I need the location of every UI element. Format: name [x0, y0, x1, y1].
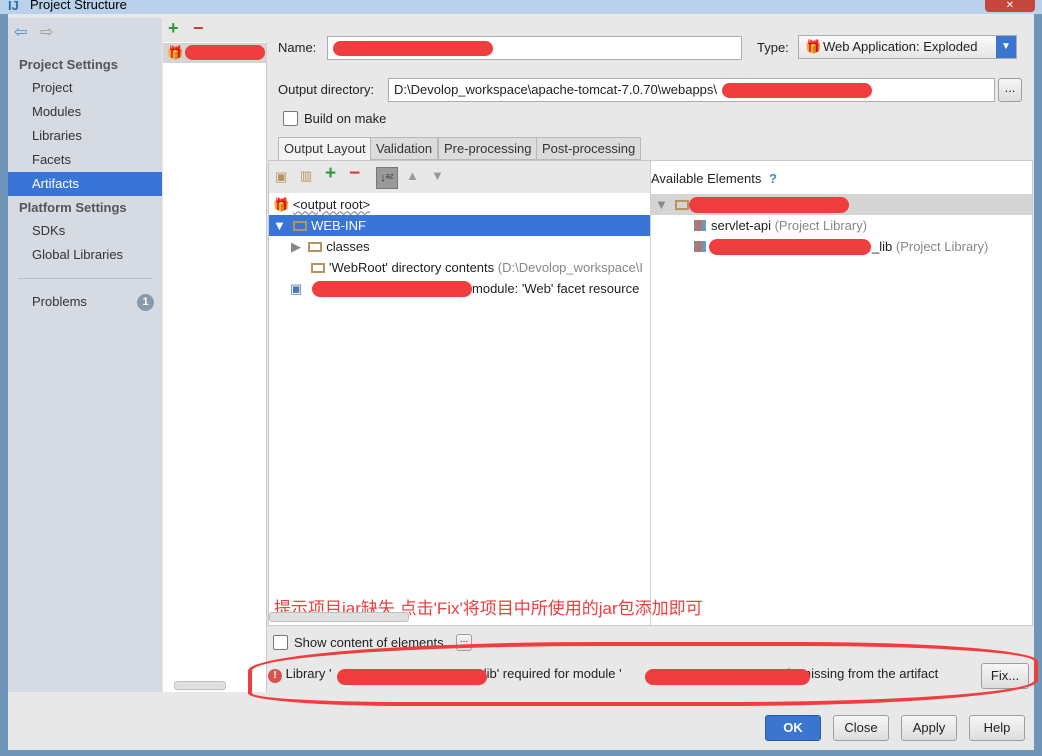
horizontal-scrollbar[interactable]	[269, 612, 409, 622]
chevron-down-icon[interactable]: ▼	[996, 36, 1016, 58]
tree-label: ' module: 'Web' facet resource	[465, 281, 640, 296]
help-icon[interactable]: ?	[769, 171, 777, 186]
sidebar: ⇦ ⇨ Project Settings Project Modules Lib…	[8, 18, 162, 692]
apply-button[interactable]: Apply	[901, 715, 957, 741]
checkbox[interactable]	[283, 111, 298, 126]
name-label: Name:	[278, 40, 317, 55]
type-label: Type:	[757, 40, 789, 55]
redaction-mark	[722, 83, 872, 98]
web-app-icon: 🎁	[805, 39, 822, 54]
collapsed-triangle-icon[interactable]: ▶	[291, 239, 301, 254]
forward-arrow-icon[interactable]: ⇨	[40, 22, 53, 42]
layout-toolbar: ▣ ▥ + − ↓ᵃᶻ ▲ ▼	[269, 161, 650, 193]
sidebar-item-libraries[interactable]: Libraries	[8, 124, 162, 148]
output-directory-input[interactable]: D:\Devolop_workspace\apache-tomcat-7.0.7…	[388, 78, 995, 102]
redaction-mark	[185, 45, 265, 60]
folder-icon	[308, 242, 323, 252]
folder-icon	[311, 263, 325, 273]
tree-label: <output root>	[292, 197, 371, 212]
add-icon[interactable]: +	[168, 18, 179, 39]
remove-icon[interactable]: −	[193, 18, 204, 39]
tab-output-layout[interactable]: Output Layout	[278, 137, 372, 161]
sort-icon[interactable]: ↓ᵃᶻ	[376, 167, 398, 189]
redaction-mark	[312, 281, 472, 297]
output-directory-label: Output directory:	[278, 82, 375, 97]
artifact-list	[163, 18, 267, 692]
type-dropdown[interactable]: 🎁 Web Application: Exploded ▼	[798, 35, 1017, 59]
create-archive-icon[interactable]: ▥	[300, 168, 312, 184]
expanded-triangle-icon[interactable]: ▼	[273, 218, 286, 233]
tree-label: classes	[326, 239, 370, 254]
module-icon: ▣	[290, 281, 303, 296]
item-label: servlet-api	[711, 218, 771, 233]
back-arrow-icon[interactable]: ⇦	[14, 22, 27, 42]
item-label: _lib	[872, 239, 893, 254]
type-value: Web Application: Exploded	[823, 39, 978, 54]
folder-icon	[293, 221, 308, 231]
sidebar-item-global-libraries[interactable]: Global Libraries	[8, 243, 162, 267]
redaction-mark	[709, 239, 871, 255]
folder-icon	[675, 200, 690, 210]
browse-button[interactable]: ...	[998, 78, 1022, 102]
artifact-icon: 🎁	[167, 45, 184, 60]
available-item-servlet-api[interactable]: servlet-api (Project Library)	[694, 215, 867, 236]
divider	[18, 278, 152, 279]
problems-count-badge: 1	[137, 294, 154, 311]
platform-settings-header: Platform Settings	[19, 200, 127, 215]
sidebar-item-project[interactable]: Project	[8, 76, 162, 100]
available-title-text: Available Elements	[651, 171, 762, 186]
tab-post-processing[interactable]: Post-processing	[536, 137, 642, 160]
build-on-make-label: Build on make	[304, 111, 387, 126]
expanded-triangle-icon[interactable]: ▼	[655, 197, 668, 212]
sidebar-item-facets[interactable]: Facets	[8, 148, 162, 172]
project-settings-header: Project Settings	[19, 57, 118, 72]
close-button[interactable]: Close	[833, 715, 889, 741]
move-up-icon[interactable]: ▲	[406, 168, 419, 183]
tree-row-output-root[interactable]: 🎁 <output root>	[269, 194, 650, 215]
sidebar-item-artifacts[interactable]: Artifacts	[8, 172, 162, 196]
output-directory-value: D:\Devolop_workspace\apache-tomcat-7.0.7…	[394, 82, 718, 97]
item-hint: (Project Library)	[895, 239, 989, 254]
sidebar-item-problems[interactable]: Problems 1	[8, 290, 162, 314]
library-icon	[694, 241, 706, 252]
intellij-icon: IJ	[8, 0, 19, 13]
tree-label: WEB-INF	[311, 218, 366, 233]
redaction-mark	[689, 197, 849, 213]
tree-row-web-inf[interactable]: ▼ WEB-INF	[269, 215, 650, 236]
window-close-button[interactable]: ✕	[985, 0, 1035, 12]
splitter[interactable]	[650, 161, 651, 625]
problems-label: Problems	[32, 294, 87, 309]
tree-row-facet-resource[interactable]: ▣ ' module: 'Web' facet resource	[290, 278, 650, 299]
move-down-icon[interactable]: ▼	[431, 168, 444, 183]
available-module-row[interactable]: ▼	[651, 194, 1032, 215]
available-item-lib[interactable]: _lib (Project Library)	[694, 236, 988, 257]
tab-pre-processing[interactable]: Pre-processing	[438, 137, 538, 160]
sidebar-item-modules[interactable]: Modules	[8, 100, 162, 124]
available-elements-title: Available Elements ?	[651, 171, 777, 186]
artifact-list-toolbar: + −	[163, 18, 267, 42]
help-button[interactable]: Help	[969, 715, 1025, 741]
sidebar-item-sdks[interactable]: SDKs	[8, 219, 162, 243]
annotation-circle	[248, 642, 1038, 706]
horizontal-scrollbar[interactable]	[174, 681, 226, 690]
tree-row-webroot[interactable]: 'WebRoot' directory contents (D:\Devolop…	[311, 257, 650, 278]
checkbox[interactable]	[273, 635, 288, 650]
redaction-mark	[333, 41, 493, 56]
remove-icon[interactable]: −	[349, 163, 360, 185]
tree-label: 'WebRoot' directory contents	[329, 260, 495, 275]
tree-row-classes[interactable]: ▶ classes	[291, 236, 370, 257]
tab-validation[interactable]: Validation	[370, 137, 439, 160]
library-icon	[694, 220, 706, 231]
name-input[interactable]	[327, 36, 742, 60]
ok-button[interactable]: OK	[765, 715, 821, 741]
title-bar	[0, 0, 1042, 14]
build-on-make-checkbox[interactable]: Build on make	[283, 111, 386, 126]
tree-hint: (D:\Devolop_workspace\I	[497, 260, 643, 275]
create-directory-icon[interactable]: ▣	[275, 169, 287, 185]
window-title: Project Structure	[30, 0, 127, 12]
artifact-list-item[interactable]: 🎁 S	[163, 43, 267, 63]
add-icon[interactable]: +	[325, 163, 336, 185]
gift-icon: 🎁	[273, 197, 290, 212]
item-hint: (Project Library)	[774, 218, 868, 233]
